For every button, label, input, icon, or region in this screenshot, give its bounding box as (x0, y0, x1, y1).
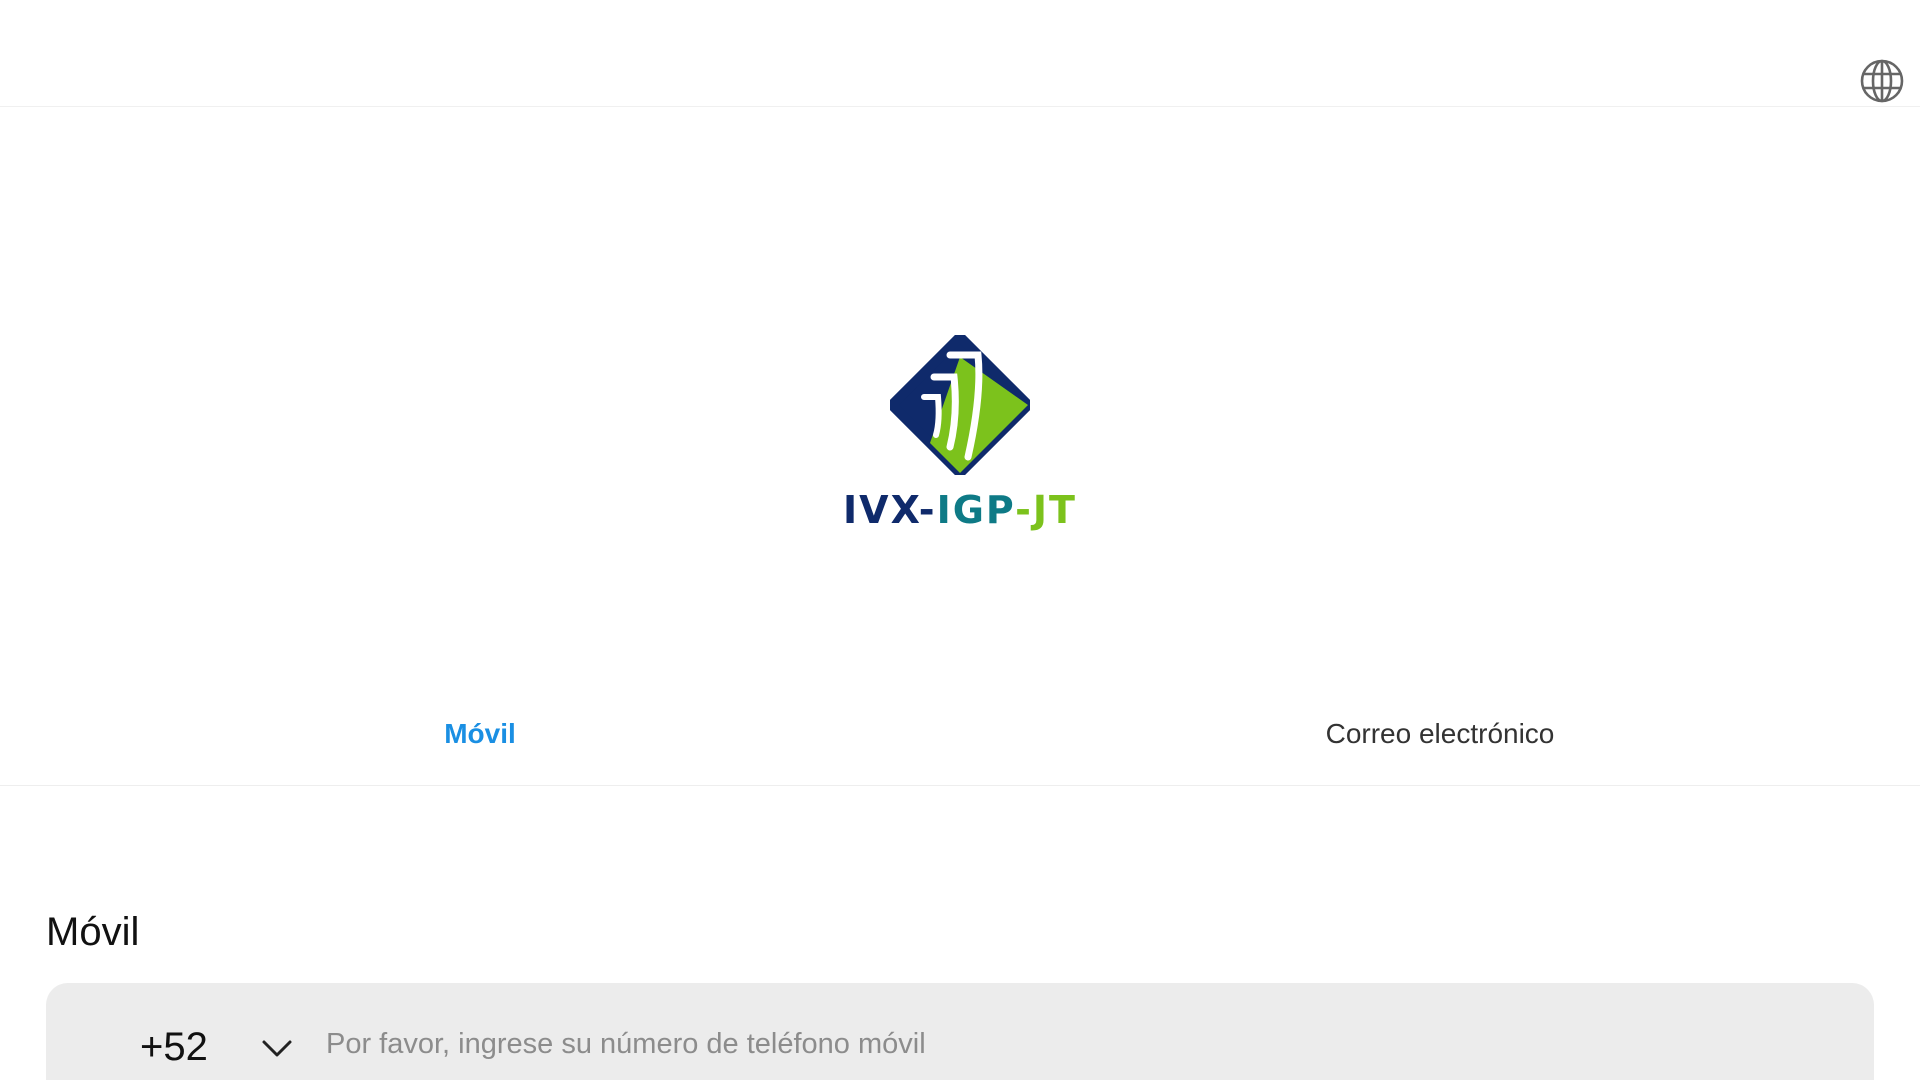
phone-input[interactable] (326, 1019, 1826, 1069)
login-screen: IVX-IGP-JT Móvil Correo electrónico Móvi… (0, 0, 1920, 1080)
brand-name-part3: -JT (1015, 488, 1077, 532)
country-code-select[interactable]: +52 (140, 1025, 208, 1070)
brand-logo-icon (890, 335, 1030, 475)
brand: IVX-IGP-JT (0, 335, 1920, 529)
field-label-mobile: Móvil (46, 910, 140, 954)
tab-mobile[interactable]: Móvil (0, 682, 960, 785)
chevron-down-icon[interactable] (260, 1031, 294, 1065)
language-button[interactable] (1860, 59, 1904, 103)
globe-icon (1860, 59, 1904, 103)
brand-name: IVX-IGP-JT (843, 491, 1077, 529)
brand-name-part2: IGP (936, 488, 1016, 532)
phone-input-box: +52 (46, 983, 1874, 1080)
tab-email[interactable]: Correo electrónico (960, 682, 1920, 785)
brand-name-part1: IVX- (843, 488, 937, 532)
top-bar (0, 0, 1920, 107)
login-method-tabs: Móvil Correo electrónico (0, 682, 1920, 786)
